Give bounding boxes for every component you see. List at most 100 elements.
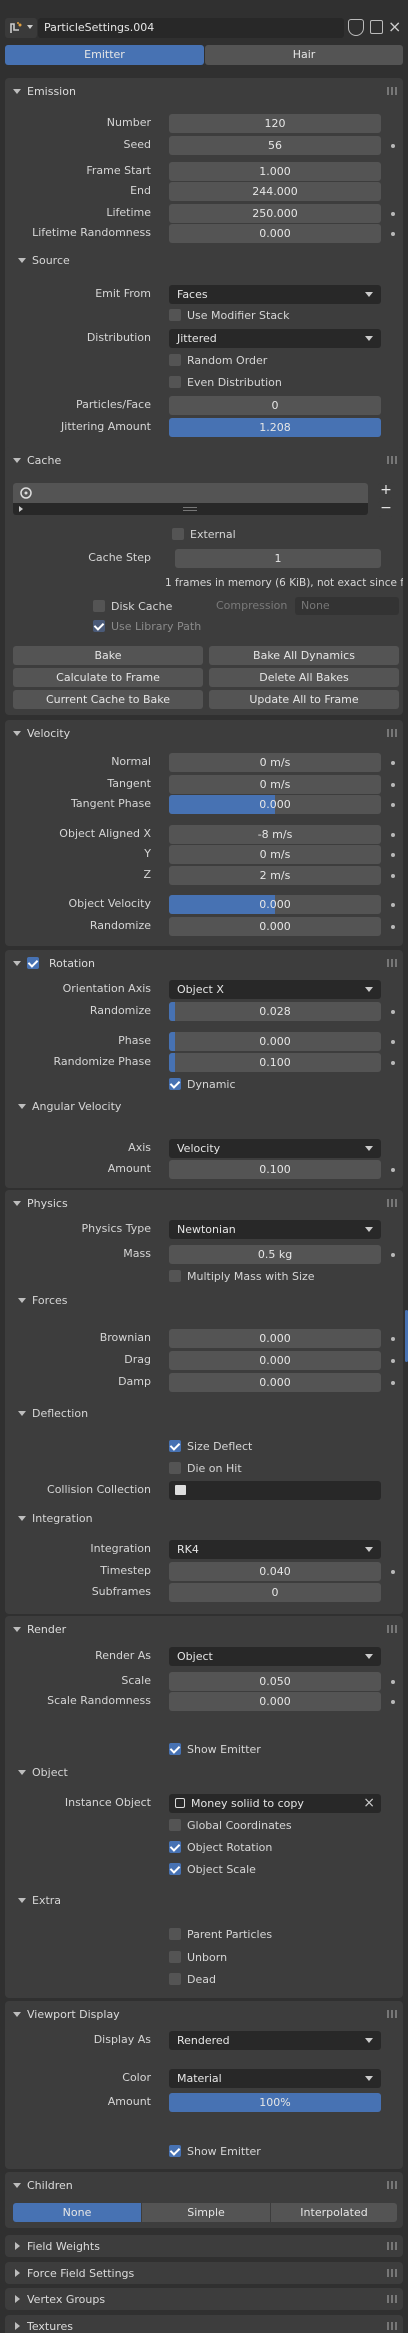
multiply-mass-checkbox[interactable]: Multiply Mass with Size <box>169 1268 315 1284</box>
y-field[interactable]: 0 m/s <box>169 845 381 864</box>
list-expand-icon[interactable] <box>19 506 23 512</box>
integration-dropdown[interactable]: RK4 <box>169 1540 381 1559</box>
field-weights-panel[interactable]: Field Weights <box>5 2235 403 2257</box>
viewport-display-header[interactable]: Viewport Display <box>5 2003 403 2025</box>
drag-handle-icon[interactable] <box>387 2269 397 2277</box>
copy-icon[interactable] <box>370 20 383 34</box>
keyframe-dot[interactable] <box>391 1010 395 1014</box>
collision-collection-field[interactable] <box>169 1481 381 1500</box>
keyframe-dot[interactable] <box>391 803 395 807</box>
dynamic-checkbox[interactable]: Dynamic <box>169 1076 236 1092</box>
rotation-randomize-slider[interactable]: 0.028 <box>169 1002 381 1021</box>
amount-field[interactable]: 0.100 <box>169 1160 381 1179</box>
keyframe-dot[interactable] <box>391 1381 395 1385</box>
children-none-button[interactable]: None <box>13 2203 141 2222</box>
die-on-hit-checkbox[interactable]: Die on Hit <box>169 1460 242 1476</box>
drag-handle-icon[interactable] <box>387 2295 397 2303</box>
compression-dropdown[interactable]: None <box>295 597 399 615</box>
distribution-dropdown[interactable]: Jittered <box>169 329 381 348</box>
keyframe-dot[interactable] <box>391 212 395 216</box>
rotation-header[interactable]: Rotation <box>5 952 403 974</box>
forces-subpanel-header[interactable]: Forces <box>10 1290 68 1310</box>
end-field[interactable]: 244.000 <box>169 182 381 201</box>
keyframe-dot[interactable] <box>391 1570 395 1574</box>
current-cache-to-bake-button[interactable]: Current Cache to Bake <box>13 690 203 709</box>
keyframe-dot[interactable] <box>391 1253 395 1257</box>
integration-subpanel-header[interactable]: Integration <box>10 1508 93 1528</box>
keyframe-dot[interactable] <box>391 1061 395 1065</box>
instance-object-field[interactable]: Money soliid to copy × <box>169 1794 381 1813</box>
particles-face-field[interactable]: 0 <box>169 396 381 415</box>
extra-subpanel-header[interactable]: Extra <box>10 1890 61 1910</box>
delete-all-bakes-button[interactable]: Delete All Bakes <box>209 668 399 687</box>
force-field-settings-header[interactable]: Force Field Settings <box>5 2262 403 2284</box>
scale-randomness-field[interactable]: 0.000 <box>169 1692 381 1711</box>
particles-icon-dropdown[interactable] <box>5 18 37 38</box>
phase-slider[interactable]: 0.000 <box>169 1032 381 1051</box>
orientation-axis-dropdown[interactable]: Object X <box>169 980 381 999</box>
angular-velocity-subpanel-header[interactable]: Angular Velocity <box>10 1096 121 1116</box>
keyframe-dot[interactable] <box>391 833 395 837</box>
tab-hair[interactable]: Hair <box>205 45 403 65</box>
rotation-enable-checkbox[interactable] <box>27 955 45 971</box>
textures-panel[interactable]: Textures <box>5 2315 403 2333</box>
keyframe-dot[interactable] <box>391 1040 395 1044</box>
object-scale-checkbox[interactable]: Object Scale <box>169 1861 256 1877</box>
mass-field[interactable]: 0.5 kg <box>169 1245 381 1264</box>
keyframe-dot[interactable] <box>391 1337 395 1341</box>
tangent-field[interactable]: 0 m/s <box>169 775 381 794</box>
global-coordinates-checkbox[interactable]: Global Coordinates <box>169 1817 292 1833</box>
timestep-field[interactable]: 0.040 <box>169 1562 381 1581</box>
drag-handle-icon[interactable] <box>387 456 397 464</box>
keyframe-dot[interactable] <box>391 783 395 787</box>
children-interpolated-button[interactable]: Interpolated <box>271 2203 397 2222</box>
render-as-dropdown[interactable]: Object <box>169 1647 381 1666</box>
show-emitter-checkbox[interactable]: Show Emitter <box>169 1741 261 1757</box>
list-resize-grip[interactable] <box>183 507 197 511</box>
drag-field[interactable]: 0.000 <box>169 1351 381 1370</box>
keyframe-dot[interactable] <box>391 903 395 907</box>
unlink-icon[interactable]: × <box>388 17 404 37</box>
emit-from-dropdown[interactable]: Faces <box>169 285 381 304</box>
tangent-phase-slider[interactable]: 0.000 <box>169 795 381 814</box>
display-as-dropdown[interactable]: Rendered <box>169 2031 381 2050</box>
deflection-subpanel-header[interactable]: Deflection <box>10 1403 88 1423</box>
fake-user-icon[interactable] <box>348 19 364 36</box>
cache-header[interactable]: Cache <box>5 449 403 471</box>
randomize-field[interactable]: 0.000 <box>169 917 381 936</box>
dead-checkbox[interactable]: Dead <box>169 1971 216 1987</box>
damp-field[interactable]: 0.000 <box>169 1373 381 1392</box>
children-simple-button[interactable]: Simple <box>142 2203 270 2222</box>
external-checkbox[interactable]: External <box>172 526 236 542</box>
number-field[interactable]: 120 <box>169 114 381 133</box>
calculate-to-frame-button[interactable]: Calculate to Frame <box>13 668 203 687</box>
brownian-field[interactable]: 0.000 <box>169 1329 381 1348</box>
keyframe-dot[interactable] <box>391 1359 395 1363</box>
keyframe-dot[interactable] <box>391 144 395 148</box>
axis-dropdown[interactable]: Velocity <box>169 1139 381 1158</box>
drag-handle-icon[interactable] <box>387 2010 397 2018</box>
keyframe-dot[interactable] <box>391 1168 395 1172</box>
frame-start-field[interactable]: 1.000 <box>169 162 381 181</box>
viewport-amount-slider[interactable]: 100% <box>169 2093 381 2112</box>
object-rotation-checkbox[interactable]: Object Rotation <box>169 1839 272 1855</box>
lifetime-field[interactable]: 250.000 <box>169 204 381 223</box>
drag-handle-icon[interactable] <box>387 2242 397 2250</box>
viewport-show-emitter-checkbox[interactable]: Show Emitter <box>169 2143 261 2159</box>
physics-type-dropdown[interactable]: Newtonian <box>169 1220 381 1239</box>
remove-cache-button[interactable]: − <box>378 501 394 517</box>
physics-header[interactable]: Physics <box>5 1192 403 1214</box>
use-library-path-checkbox[interactable]: Use Library Path <box>93 618 201 634</box>
add-cache-button[interactable]: + <box>378 483 394 499</box>
drag-handle-icon[interactable] <box>387 729 397 737</box>
parent-particles-checkbox[interactable]: Parent Particles <box>169 1926 272 1942</box>
field-weights-header[interactable]: Field Weights <box>5 2235 403 2257</box>
object-aligned-x-field[interactable]: -8 m/s <box>169 825 381 844</box>
bake-all-dynamics-button[interactable]: Bake All Dynamics <box>209 646 399 665</box>
cache-list[interactable] <box>13 483 368 515</box>
drag-handle-icon[interactable] <box>387 1199 397 1207</box>
drag-handle-icon[interactable] <box>387 2322 397 2330</box>
z-field[interactable]: 2 m/s <box>169 866 381 885</box>
keyframe-dot[interactable] <box>391 874 395 878</box>
keyframe-dot[interactable] <box>391 925 395 929</box>
